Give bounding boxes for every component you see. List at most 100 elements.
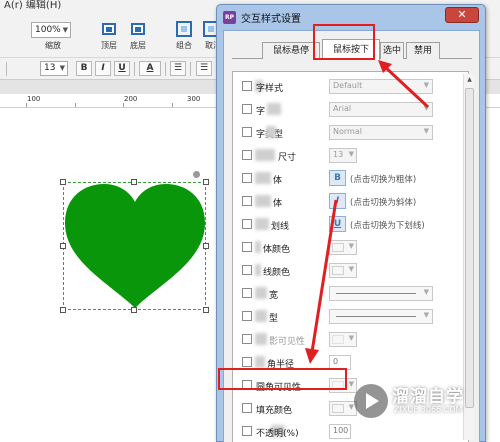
blurred-text: [267, 103, 281, 115]
checkbox[interactable]: [242, 288, 252, 298]
tab-mouse-hover[interactable]: 鼠标悬停: [262, 42, 320, 59]
send-to-back-label: 底层: [130, 41, 146, 50]
group-icon: [176, 21, 192, 37]
property-label: 划线: [271, 222, 290, 232]
bring-to-front-button[interactable]: [98, 18, 120, 40]
italic-toggle-icon[interactable]: I: [329, 193, 346, 209]
tab-selected[interactable]: 选中: [380, 42, 404, 59]
checkbox[interactable]: [242, 334, 252, 344]
scroll-up-arrow-icon[interactable]: ▲: [464, 74, 475, 85]
heart-shape[interactable]: [64, 183, 206, 310]
property-label: 体颜色: [263, 245, 291, 255]
watermark-title: 溜溜自学: [392, 387, 464, 407]
chevron-down-icon: ▼: [423, 288, 429, 296]
blurred-text: [255, 195, 271, 207]
checkbox[interactable]: [242, 127, 252, 137]
property-select[interactable]: Arial ▼: [329, 102, 433, 117]
resize-handle[interactable]: [203, 307, 209, 313]
font-size-value: 13: [44, 63, 56, 73]
line-preview: [336, 293, 416, 294]
line-style-picker[interactable]: ▼: [329, 309, 433, 324]
chevron-down-icon: ▼: [423, 81, 429, 89]
menu-bar-fragment[interactable]: A(r) 编辑(H): [4, 0, 61, 11]
chevron-down-icon: ▼: [423, 127, 429, 135]
checkbox[interactable]: [242, 173, 252, 183]
resize-handle[interactable]: [60, 243, 66, 249]
opacity-input[interactable]: 100: [329, 424, 351, 439]
property-label: 填充颜色: [256, 406, 293, 416]
property-label: 不透明(%): [256, 429, 299, 439]
checkbox[interactable]: [242, 81, 252, 91]
scroll-thumb[interactable]: [465, 88, 474, 408]
checkbox[interactable]: [242, 311, 252, 321]
fill-color-checkbox[interactable]: [242, 403, 252, 413]
bullet-list-button[interactable]: ☰: [170, 61, 186, 76]
send-to-back-button[interactable]: [127, 18, 149, 40]
property-label: 字: [256, 107, 266, 117]
line-width-picker[interactable]: ▼: [329, 286, 433, 301]
checkbox[interactable]: [242, 426, 252, 436]
bold-button[interactable]: B: [76, 61, 92, 76]
rp-app-icon: RP: [223, 11, 236, 24]
align-left-button[interactable]: ☰: [196, 61, 212, 76]
resize-handle[interactable]: [131, 307, 137, 313]
rotate-handle[interactable]: [193, 171, 200, 178]
checkbox[interactable]: [242, 219, 252, 229]
property-label: 宽: [269, 291, 279, 301]
font-color-button[interactable]: A: [139, 61, 161, 76]
resize-handle[interactable]: [60, 307, 66, 313]
resize-handle[interactable]: [131, 179, 137, 185]
tab-disabled[interactable]: 禁用: [406, 42, 440, 59]
property-select[interactable]: 13 ▼: [329, 148, 357, 163]
checkbox[interactable]: [242, 150, 252, 160]
resize-handle[interactable]: [203, 179, 209, 185]
property-select[interactable]: Default ▼: [329, 79, 433, 94]
checkbox[interactable]: [242, 357, 252, 367]
play-logo-icon: [354, 384, 388, 418]
resize-handle[interactable]: [60, 179, 66, 185]
property-select[interactable]: Normal ▼: [329, 125, 433, 140]
checkbox[interactable]: [242, 196, 252, 206]
ruler-tick: [26, 103, 27, 107]
underline-toggle-icon[interactable]: U: [329, 216, 346, 232]
italic-button[interactable]: I: [95, 61, 111, 76]
list-item: 字样式 Default ▼: [233, 76, 468, 98]
zoom-value: 100%: [35, 25, 61, 35]
property-label: 尺寸: [278, 153, 297, 163]
bring-to-front-label: 顶层: [101, 41, 117, 50]
blurred-text: [266, 126, 276, 138]
group-button[interactable]: [173, 18, 195, 40]
property-label: 型: [269, 314, 279, 324]
list-item: 体 B (点击切换为粗体): [233, 168, 468, 190]
blurred-text: [255, 218, 269, 230]
blurred-text: [255, 287, 267, 299]
divider: [165, 62, 166, 76]
blurred-text: [255, 241, 261, 253]
checkbox[interactable]: [242, 265, 252, 275]
blurred-text: [255, 310, 267, 322]
list-item: 尺寸 13 ▼: [233, 145, 468, 167]
list-item: 字类型 Normal▼: [233, 122, 468, 144]
highlight-box-fill-color: [218, 368, 347, 390]
color-picker[interactable]: ▼: [329, 332, 357, 347]
underline-button[interactable]: U: [114, 61, 130, 76]
zoom-select[interactable]: 100% ▼: [31, 22, 71, 38]
color-picker[interactable]: ▼: [329, 240, 357, 255]
select-value: 13: [333, 150, 344, 159]
blurred-text: [255, 149, 275, 161]
ruler-tick: [123, 103, 124, 107]
send-back-icon: [131, 23, 145, 35]
font-size-select[interactable]: 13 ▼: [40, 61, 68, 76]
bold-toggle-icon[interactable]: B: [329, 170, 346, 186]
blurred-text: [255, 172, 271, 184]
resize-handle[interactable]: [203, 243, 209, 249]
highlight-box-tab: [313, 24, 375, 60]
color-swatch: [332, 243, 344, 252]
list-item: 型 ▼: [233, 306, 468, 328]
ruler-label: 100: [27, 95, 41, 103]
list-item: 划线 U (点击切换为下划线): [233, 214, 468, 236]
checkbox[interactable]: [242, 104, 252, 114]
checkbox[interactable]: [242, 242, 252, 252]
close-button[interactable]: ✕: [445, 7, 479, 23]
color-picker[interactable]: ▼: [329, 263, 357, 278]
